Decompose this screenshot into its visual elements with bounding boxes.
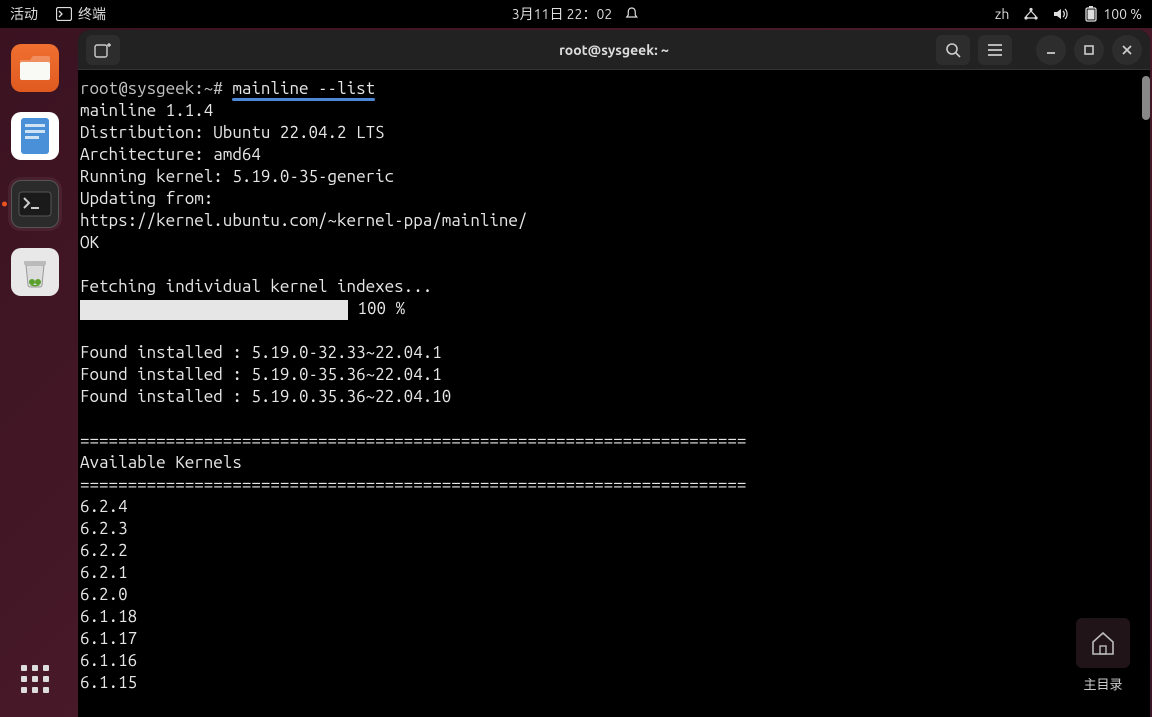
terminal-small-icon (56, 6, 72, 22)
close-icon (1121, 44, 1133, 56)
kernel-list: 6.2.4 6.2.3 6.2.2 6.2.1 6.2.0 6.1.18 6.1… (80, 496, 1148, 694)
prompt-prefix: root@sysgeek:~# (80, 79, 223, 98)
input-lang[interactable]: zh (995, 6, 1009, 22)
activities-button[interactable]: 活动 (10, 4, 38, 24)
search-button[interactable] (936, 35, 970, 65)
new-tab-icon (94, 42, 112, 58)
battery-indicator[interactable]: 100 % (1083, 6, 1142, 22)
window-title: root@sysgeek: ~ (559, 42, 669, 58)
terminal-output-header: mainline 1.1.4 Distribution: Ubuntu 22.0… (80, 100, 1148, 298)
dock-terminal[interactable] (11, 180, 59, 228)
search-icon (945, 42, 961, 58)
command-underline (232, 98, 375, 101)
minimize-icon (1045, 44, 1057, 56)
desktop-home-shortcut[interactable]: 主目录 (1076, 618, 1130, 693)
app-name-label: 终端 (78, 4, 106, 24)
progress-pct: 100 % (348, 299, 405, 318)
minimize-button[interactable] (1036, 35, 1066, 65)
hamburger-icon (987, 43, 1003, 57)
scrollbar-thumb[interactable] (1142, 76, 1150, 120)
window-titlebar: root@sysgeek: ~ (78, 30, 1150, 70)
show-apps-button[interactable] (15, 659, 55, 699)
home-icon (1076, 618, 1130, 668)
dock-trash[interactable] (11, 248, 59, 296)
hamburger-menu-button[interactable] (978, 35, 1012, 65)
dock-files[interactable] (11, 44, 59, 92)
bell-icon[interactable] (624, 6, 640, 22)
terminal-output-middle: Found installed : 5.19.0-32.33~22.04.1 F… (80, 320, 1148, 496)
battery-label: 100 % (1103, 6, 1142, 22)
dock-writer[interactable] (11, 112, 59, 160)
entered-command: mainline --list (232, 79, 375, 98)
maximize-button[interactable] (1074, 35, 1104, 65)
clock[interactable]: 3月11日 22：02 (512, 4, 612, 24)
close-button[interactable] (1112, 35, 1142, 65)
desktop-home-label: 主目录 (1076, 674, 1130, 693)
terminal-viewport[interactable]: root@sysgeek:~# mainline --list mainline… (78, 70, 1150, 717)
top-bar: 活动 终端 3月11日 22：02 zh 100 % (0, 0, 1152, 28)
new-tab-button[interactable] (86, 35, 120, 65)
network-icon[interactable] (1023, 6, 1039, 22)
dock (0, 28, 70, 717)
maximize-icon (1083, 44, 1095, 56)
app-indicator[interactable]: 终端 (56, 4, 106, 24)
terminal-window: root@sysgeek: ~ root@sysgeek:~# mainline… (78, 30, 1150, 717)
volume-icon[interactable] (1053, 6, 1069, 22)
progress-bar (80, 300, 348, 320)
battery-icon (1083, 6, 1099, 22)
